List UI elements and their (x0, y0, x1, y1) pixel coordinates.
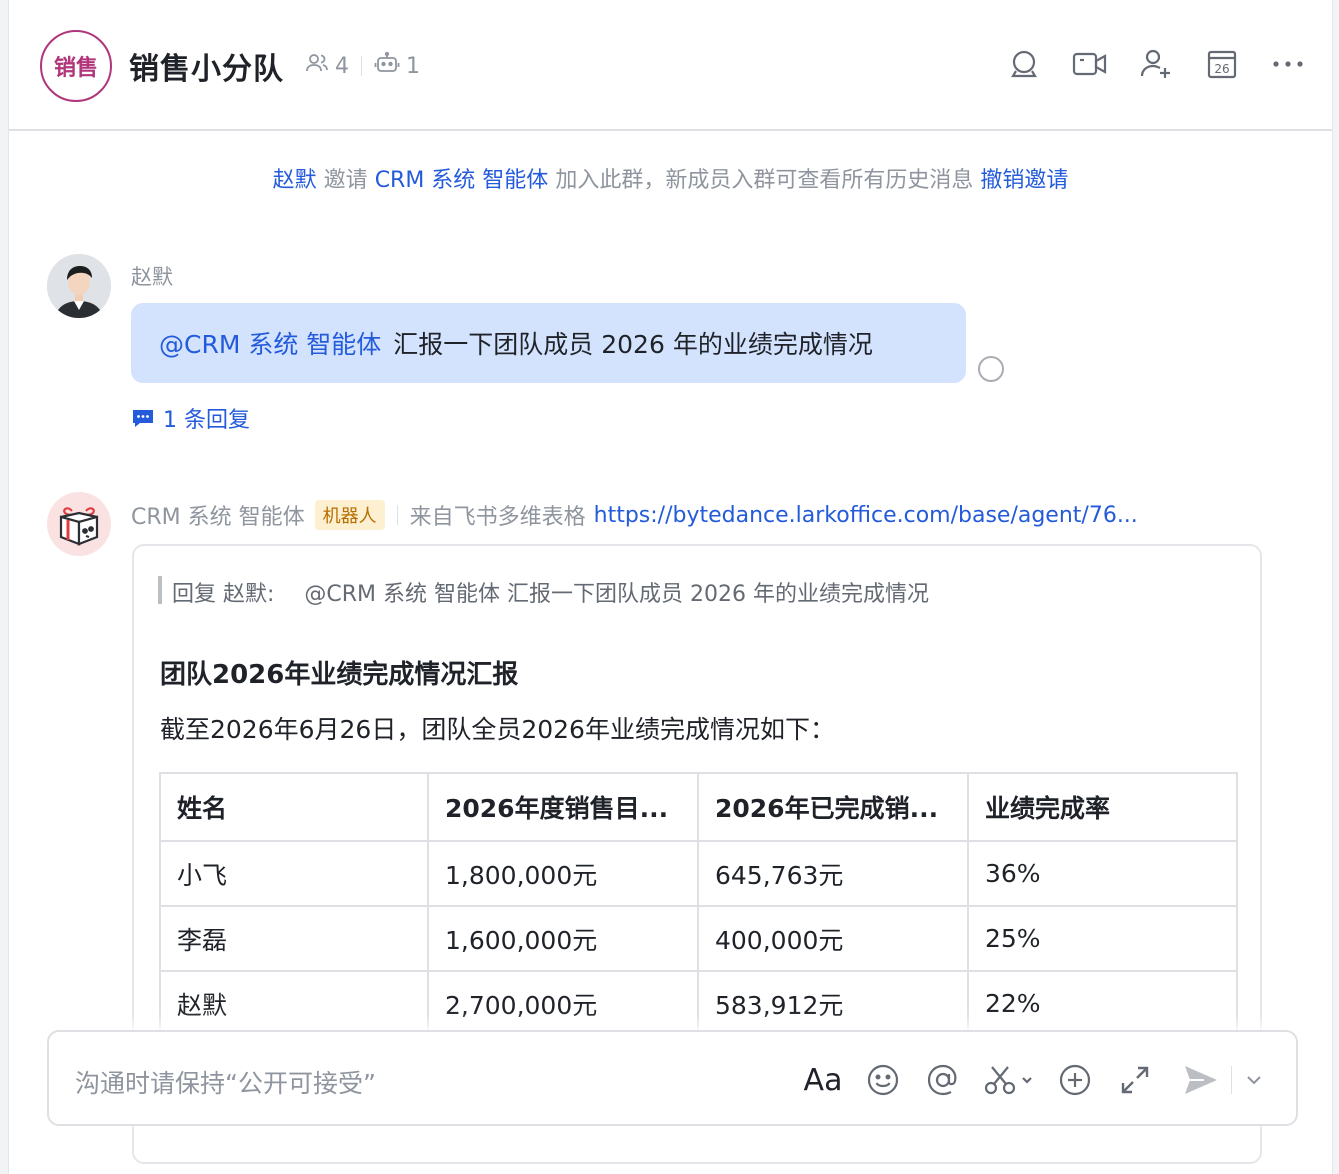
system-notice: 赵默 邀请 CRM 系统 智能体 加入此群，新成员入群可查看所有历史消息 撤销邀… (9, 162, 1332, 194)
calendar-icon: 26 (1207, 50, 1237, 79)
more-button[interactable] (1268, 44, 1308, 84)
table-cell: 赵默 (159, 970, 429, 1037)
report-description: 截至2026年6月26日，团队全员2026年业绩完成情况如下： (160, 715, 835, 744)
calendar-button[interactable]: 26 (1202, 44, 1242, 84)
divider (396, 505, 398, 525)
members-icon (305, 52, 335, 80)
table-cell: 22% (967, 970, 1238, 1037)
bot-badge: 机器人 (314, 500, 385, 530)
message-bubble[interactable]: @CRM 系统 智能体 汇报一下团队成员 2026 年的业绩完成情况 (131, 303, 966, 383)
emoji-button[interactable] (863, 1058, 903, 1102)
mention-link[interactable]: @CRM 系统 智能体 (159, 325, 381, 361)
performance-table: 姓名 2026年度销售目... 2026年已完成销... 业绩完成率 小飞 1,… (159, 772, 1238, 1037)
bot-avatar[interactable] (47, 492, 111, 556)
emoji-icon (867, 1064, 899, 1096)
text-format-button[interactable]: Aa (803, 1058, 843, 1102)
bot-count[interactable]: 1 (406, 54, 420, 79)
table-cell: 25% (967, 905, 1238, 972)
input-toolbar: Aa (783, 1058, 1266, 1102)
table-row: 小飞 1,800,000元 645,763元 36% (159, 840, 1238, 907)
gift-box-icon (59, 507, 99, 546)
divider (361, 56, 362, 76)
table-row: 李磊 1,600,000元 400,000元 25% (159, 905, 1238, 972)
sender-name[interactable]: 赵默 (131, 261, 173, 291)
member-count[interactable]: 4 (335, 54, 349, 79)
group-title[interactable]: 销售小分队 (129, 44, 284, 88)
reply-count-label: 1 条回复 (163, 408, 250, 433)
header-actions: 26 (978, 44, 1308, 84)
video-call-button[interactable] (1070, 44, 1110, 84)
video-camera-icon (1072, 52, 1107, 76)
notice-verb: 邀请 (323, 168, 368, 193)
chat-window: 销售 销售小分队 4 1 26 赵默 邀请 CRM 系统 智能体 加入此群，新成… (8, 0, 1333, 1174)
table-row: 赵默 2,700,000元 583,912元 22% (159, 970, 1238, 1037)
thread-replies-link[interactable]: 1 条回复 (131, 402, 250, 434)
screenshot-button[interactable] (983, 1058, 1035, 1102)
bot-sender-line: CRM 系统 智能体 机器人 来自飞书多维表格 https://bytedanc… (131, 499, 1138, 531)
group-avatar[interactable]: 销售 (40, 30, 112, 102)
search-chat-button[interactable] (1004, 44, 1044, 84)
bot-icon (374, 51, 406, 80)
inviter-link[interactable]: 赵默 (273, 168, 317, 193)
send-button[interactable] (1181, 1058, 1221, 1102)
bot-sender-name[interactable]: CRM 系统 智能体 (131, 499, 305, 531)
source-link[interactable]: https://bytedance.larkoffice.com/base/ag… (594, 503, 1138, 528)
message-input-placeholder[interactable]: 沟通时请保持“公开可接受” (75, 1064, 376, 1100)
message-input-box[interactable]: 沟通时请保持“公开可接受” Aa (47, 1030, 1298, 1126)
source-prefix: 来自飞书多维表格 (409, 505, 586, 530)
read-status-icon[interactable] (978, 356, 1004, 382)
plus-circle-icon (1059, 1064, 1091, 1096)
table-cell: 400,000元 (697, 905, 969, 972)
column-header-rate: 业绩完成率 (967, 772, 1238, 842)
invitee-link[interactable]: CRM 系统 智能体 (375, 168, 549, 193)
chat-search-icon (1011, 50, 1037, 78)
table-cell: 1,800,000元 (427, 840, 699, 907)
add-attachment-button[interactable] (1055, 1058, 1095, 1102)
reply-bubble-icon (133, 410, 153, 427)
column-header-completed: 2026年已完成销... (697, 772, 969, 842)
divider (1231, 1066, 1232, 1094)
table-cell: 李磊 (159, 905, 429, 972)
table-cell: 583,912元 (697, 970, 969, 1037)
more-dots-icon (1273, 61, 1303, 67)
mention-button[interactable] (923, 1058, 963, 1102)
table-cell: 36% (967, 840, 1238, 907)
add-user-icon (1140, 49, 1170, 78)
svg-text:26: 26 (1214, 62, 1229, 76)
send-options-button[interactable] (1242, 1058, 1266, 1102)
table-cell: 2,700,000元 (427, 970, 699, 1037)
table-cell: 1,600,000元 (427, 905, 699, 972)
chevron-down-icon (1247, 1076, 1261, 1085)
table-cell: 小飞 (159, 840, 429, 907)
at-sign-icon (927, 1064, 957, 1096)
chat-header: 销售 销售小分队 4 1 26 (9, 0, 1332, 131)
user-avatar[interactable] (47, 254, 111, 318)
table-header-row: 姓名 2026年度销售目... 2026年已完成销... 业绩完成率 (159, 772, 1238, 842)
table-cell: 645,763元 (697, 840, 969, 907)
reply-quote[interactable]: 回复 赵默: @CRM 系统 智能体 汇报一下团队成员 2026 年的业绩完成情况 (158, 576, 929, 607)
group-meta: 4 1 (305, 51, 420, 80)
revoke-invite-link[interactable]: 撤销邀请 (980, 168, 1068, 193)
expand-input-button[interactable] (1115, 1058, 1155, 1102)
notice-text: 加入此群，新成员入群可查看所有历史消息 (555, 168, 974, 193)
report-title: 团队2026年业绩完成情况汇报 (160, 660, 519, 690)
column-header-target: 2026年度销售目... (427, 772, 699, 842)
expand-icon (1121, 1066, 1149, 1094)
add-member-button[interactable] (1136, 44, 1176, 84)
quote-label: 回复 赵默: (172, 582, 275, 607)
send-icon (1185, 1066, 1217, 1094)
scissors-icon (984, 1066, 1032, 1095)
message-text: 汇报一下团队成员 2026 年的业绩完成情况 (393, 330, 873, 359)
quote-text: @CRM 系统 智能体 汇报一下团队成员 2026 年的业绩完成情况 (304, 582, 929, 607)
column-header-name: 姓名 (159, 772, 429, 842)
